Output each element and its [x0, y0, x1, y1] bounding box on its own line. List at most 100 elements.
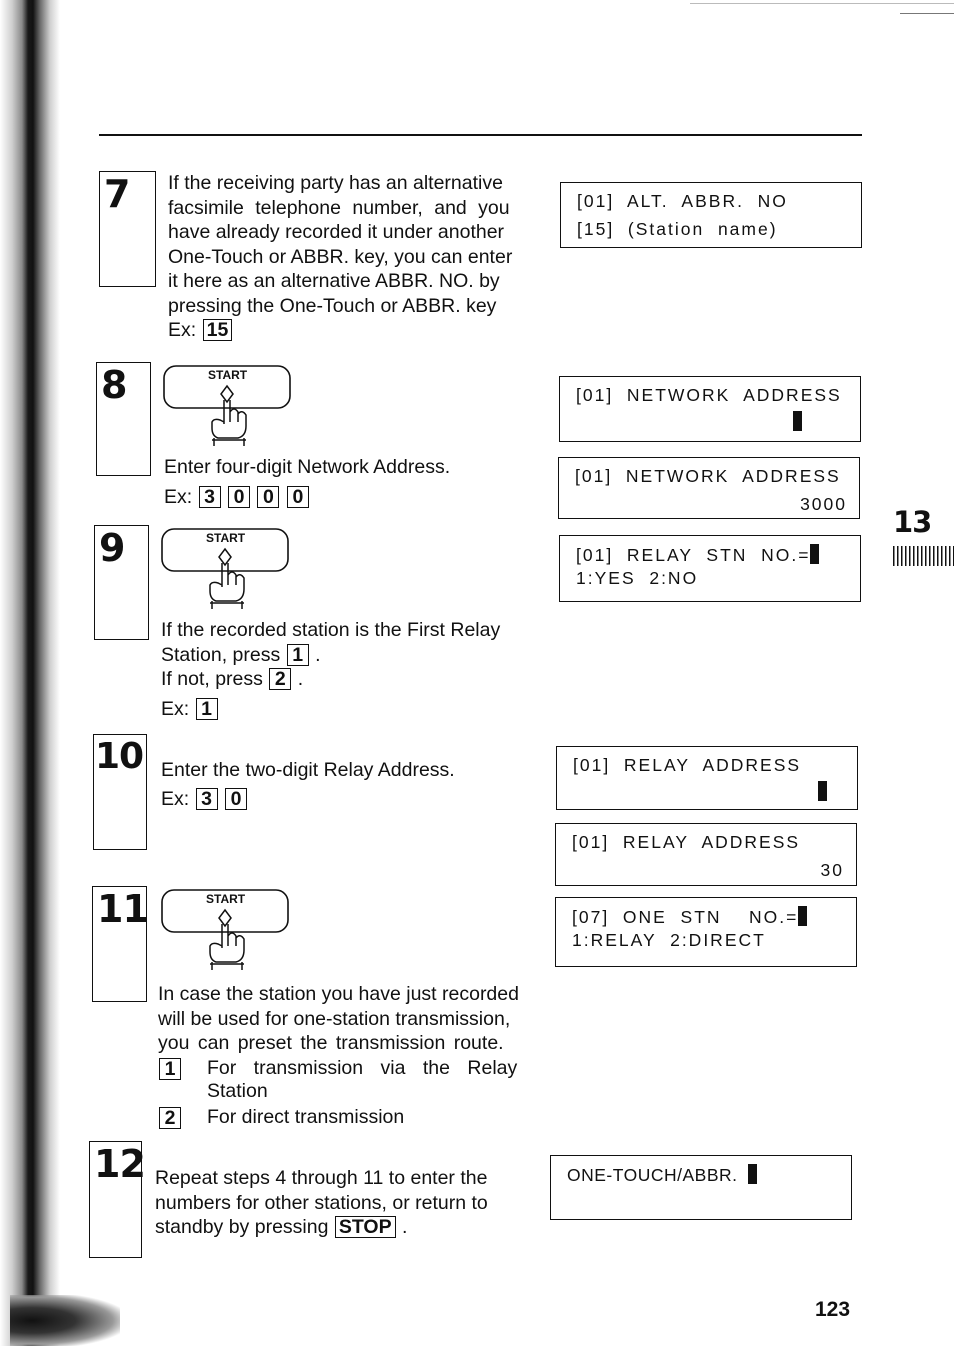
lcd-value: 3000	[800, 494, 847, 514]
text: standby by pressing	[155, 1216, 329, 1238]
step-number-box: 11	[92, 886, 149, 1002]
cursor-block	[798, 906, 808, 926]
step-12-text: Repeat steps 4 through 11 to enter the n…	[155, 1166, 527, 1240]
lcd-line-1: [07] ONE STN NO.=	[572, 906, 808, 928]
key-0: 0	[257, 485, 280, 508]
lcd-display-network-address-filled: [01] NETWORK ADDRESS 3000	[558, 457, 860, 519]
key-2: 2	[269, 668, 292, 690]
option-1: 1 For transmission via the Relay Station	[158, 1056, 530, 1105]
start-label: START	[206, 892, 246, 906]
cursor-block	[748, 1164, 758, 1184]
text: .	[297, 668, 304, 690]
step-number-box: 7	[99, 171, 156, 287]
key-0: 0	[225, 787, 248, 810]
text-line: pressing the One-Touch or ABBR. key	[168, 294, 497, 317]
lcd-line-2: 1:RELAY 2:DIRECT	[572, 930, 766, 950]
key-stop: STOP	[334, 1216, 396, 1238]
key-3: 3	[195, 787, 218, 810]
key-3: 3	[198, 485, 221, 508]
lcd-text: [01] RELAY STN NO.=	[576, 545, 811, 565]
chapter-tab-number: 13	[893, 505, 932, 539]
key-2: 2	[159, 1106, 181, 1129]
step-number: 10	[95, 736, 144, 777]
text-line: it here as an alternative ABBR. NO. by	[168, 270, 500, 292]
lcd-line-1: [01] RELAY STN NO.=	[576, 544, 820, 566]
lcd-value: 30	[820, 860, 844, 880]
page-number: 123	[815, 1298, 851, 1321]
step-number-box: 8	[96, 362, 151, 476]
text-line: facsimile telephone number, and you	[168, 196, 510, 219]
key-0: 0	[228, 485, 251, 508]
scan-artifact-line	[900, 13, 954, 14]
lcd-line-1: [01] RELAY ADDRESS	[573, 755, 802, 775]
text-line: One-Touch or ABBR. key, you can enter	[168, 245, 513, 268]
text: .	[315, 643, 321, 666]
lcd-text: [07] ONE STN NO.=	[572, 907, 799, 927]
option-text: Station	[207, 1079, 268, 1102]
key-15: 15	[202, 319, 233, 341]
lcd-text: ONE-TOUCH/ABBR.	[567, 1165, 738, 1185]
step-number: 12	[94, 1142, 146, 1186]
text-line: Repeat steps 4 through 11 to enter the	[155, 1167, 488, 1189]
text-line: Enter the two-digit Relay Address.	[161, 759, 455, 781]
lcd-line-2: [15] (Station name)	[577, 219, 778, 239]
text-line: If the recorded station is the First Rel…	[161, 619, 501, 641]
text: Station, press	[161, 643, 281, 666]
key-1: 1	[286, 643, 309, 666]
lcd-line-1: [01] RELAY ADDRESS	[572, 832, 801, 852]
step-number: 7	[104, 172, 130, 216]
step-number: 9	[99, 526, 125, 570]
step-8-text: Enter four-digit Network Address. Ex: 3 …	[164, 455, 544, 509]
start-label: START	[208, 368, 248, 382]
lcd-display-relay-stn-no: [01] RELAY STN NO.= 1:YES 2:NO	[559, 535, 861, 602]
step-11-text: In case the station you have just record…	[158, 982, 530, 1130]
lcd-display-relay-address-empty: [01] RELAY ADDRESS	[556, 746, 858, 810]
key-1: 1	[159, 1057, 181, 1080]
example-label: Ex:	[164, 485, 193, 508]
step-9-text: If the recorded station is the First Rel…	[161, 618, 541, 721]
text-line: If the receiving party has an alternativ…	[168, 172, 503, 194]
lcd-line-1: [01] NETWORK ADDRESS	[575, 466, 841, 486]
binding-shadow	[0, 0, 60, 1346]
lcd-display-alt-abbr: [01] ALT. ABBR. NO [15] (Station name)	[560, 182, 862, 248]
example-label: Ex:	[161, 787, 190, 810]
chapter-tab-marker	[893, 546, 954, 566]
text-line: will be used for one-station transmissio…	[158, 1007, 511, 1030]
step-number-box: 12	[89, 1141, 146, 1258]
binding-shadow-foot	[10, 1295, 120, 1346]
lcd-display-relay-address-filled: [01] RELAY ADDRESS 30	[555, 823, 857, 886]
text: .	[402, 1216, 408, 1238]
cursor-block	[818, 781, 827, 801]
text-line: have already recorded it under another	[168, 221, 505, 243]
text-line: numbers for other stations, or return to	[155, 1191, 488, 1214]
option-text: For direct transmission	[207, 1105, 405, 1128]
step-number: 11	[97, 887, 149, 931]
lcd-line-2: 1:YES 2:NO	[576, 568, 699, 588]
text-line: you can preset the transmission route.	[158, 1032, 504, 1054]
key-1: 1	[195, 697, 218, 720]
step-number-box: 10	[93, 734, 147, 850]
text-line: In case the station you have just record…	[158, 983, 519, 1005]
lcd-line-1: [01] ALT. ABBR. NO	[577, 191, 788, 211]
lcd-line-1: [01] NETWORK ADDRESS	[576, 385, 842, 405]
step-10-text: Enter the two-digit Relay Address. Ex: 3…	[161, 758, 541, 811]
lcd-display-network-address-empty: [01] NETWORK ADDRESS	[559, 376, 861, 442]
text-line: Enter four-digit Network Address.	[164, 456, 451, 478]
header-rule	[99, 134, 862, 136]
example-label: Ex:	[168, 319, 197, 341]
cursor-block	[810, 544, 820, 564]
example-label: Ex:	[161, 697, 190, 720]
lcd-line-1: ONE-TOUCH/ABBR.	[567, 1164, 758, 1186]
option-text: For transmission via the Relay	[207, 1056, 518, 1079]
cursor-block	[793, 411, 802, 431]
start-label: START	[206, 531, 246, 545]
lcd-display-one-stn-no: [07] ONE STN NO.= 1:RELAY 2:DIRECT	[555, 897, 857, 967]
step-7-text: If the receiving party has an alternativ…	[168, 171, 540, 343]
step-number-box: 9	[94, 525, 149, 640]
scan-artifact-line	[690, 3, 954, 4]
lcd-display-one-touch-abbr: ONE-TOUCH/ABBR.	[550, 1155, 852, 1220]
key-0: 0	[286, 485, 309, 508]
text: If not, press	[161, 668, 263, 690]
option-2: 2 For direct transmission	[158, 1105, 530, 1130]
step-number: 8	[101, 363, 127, 407]
